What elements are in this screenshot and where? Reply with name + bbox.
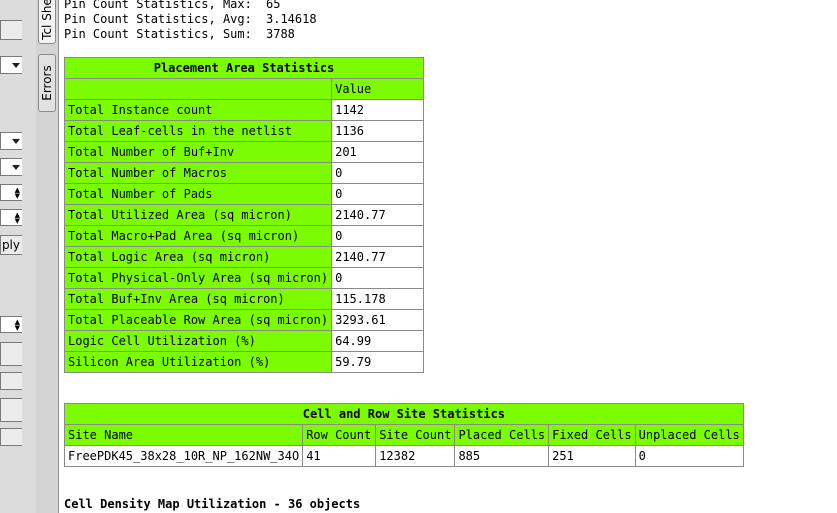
apply-button[interactable]: ply <box>0 235 22 255</box>
pin-stat-avg: Pin Count Statistics, Avg: 3.14618 <box>64 12 317 26</box>
table-header-empty <box>65 79 332 99</box>
table-row: Total Buf+Inv Area (sq micron) 115.178 <box>65 289 424 309</box>
row-value: 0 <box>332 268 424 288</box>
table-header: Site Count <box>376 425 455 445</box>
table-header: Placed Cells <box>455 425 549 445</box>
table-row: Silicon Area Utilization (%) 59.79 <box>65 352 424 372</box>
left-panel: ▲ ▼ ▲ ▼ ply ▲ ▼ <box>0 0 37 513</box>
row-label: Total Buf+Inv Area (sq micron) <box>65 289 332 309</box>
row-value: 3293.61 <box>332 310 424 330</box>
row-value: 2140.77 <box>332 205 424 225</box>
row-label: Total Number of Pads <box>65 184 332 204</box>
panel-button[interactable] <box>0 20 22 40</box>
dropdown-select[interactable] <box>0 158 22 176</box>
table-row: Total Number of Macros 0 <box>65 163 424 183</box>
cell-row-site-table: Cell and Row Site Statistics Site Name R… <box>64 403 744 467</box>
table-row: Total Physical-Only Area (sq micron) 0 <box>65 268 424 288</box>
row-label: Total Leaf-cells in the netlist <box>65 121 332 141</box>
spin-arrows-icon: ▲ ▼ <box>14 186 20 200</box>
row-value: 115.178 <box>332 289 424 309</box>
table-row: Total Number of Pads 0 <box>65 184 424 204</box>
spinbox[interactable]: ▲ ▼ <box>0 184 22 201</box>
panel-button[interactable] <box>0 398 22 422</box>
row-value: 1136 <box>332 121 424 141</box>
row-label: Total Logic Area (sq micron) <box>65 247 332 267</box>
chevron-down-icon <box>12 139 20 144</box>
cell-unplaced-cells: 0 <box>635 446 743 466</box>
table-title: Placement Area Statistics <box>65 58 424 78</box>
row-label: Total Number of Macros <box>65 163 332 183</box>
tab-errors[interactable]: Errors <box>38 54 56 112</box>
row-label: Logic Cell Utilization (%) <box>65 331 332 351</box>
row-label: Total Instance count <box>65 100 332 120</box>
spin-arrows-icon: ▲ ▼ <box>14 211 20 225</box>
chevron-down-icon <box>12 63 20 68</box>
table-row: Total Instance count 1142 <box>65 100 424 120</box>
table-header: Unplaced Cells <box>635 425 743 445</box>
row-value: 0 <box>332 163 424 183</box>
section-title: Cell Density Map Utilization - 36 object… <box>64 497 361 511</box>
table-row: Total Utilized Area (sq micron) 2140.77 <box>65 205 424 225</box>
chevron-down-icon <box>12 165 20 170</box>
row-value: 64.99 <box>332 331 424 351</box>
row-label: Total Utilized Area (sq micron) <box>65 205 332 225</box>
dropdown-select[interactable] <box>0 132 22 150</box>
row-value: 2140.77 <box>332 247 424 267</box>
pin-stat-max: Pin Count Statistics, Max: 65 <box>64 0 281 11</box>
vertical-tab-strip: Tcl She Errors <box>36 0 59 513</box>
report-content: Pin Count Statistics, Max: 65 Pin Count S… <box>64 0 837 513</box>
placement-area-table: Placement Area Statistics Value Total In… <box>64 57 425 373</box>
table-row: Total Leaf-cells in the netlist 1136 <box>65 121 424 141</box>
cell-placed-cells: 885 <box>455 446 549 466</box>
cell-row-count: 41 <box>303 446 376 466</box>
panel-button[interactable] <box>0 342 22 366</box>
table-row: Total Logic Area (sq micron) 2140.77 <box>65 247 424 267</box>
table-title: Cell and Row Site Statistics <box>65 404 743 424</box>
table-header: Row Count <box>303 425 376 445</box>
table-row: Total Macro+Pad Area (sq micron) 0 <box>65 226 424 246</box>
table-header: Fixed Cells <box>549 425 635 445</box>
panel-field[interactable] <box>0 428 22 446</box>
tab-tcl-shell[interactable]: Tcl She <box>38 0 56 44</box>
pin-stat-sum: Pin Count Statistics, Sum: 3788 <box>64 27 295 41</box>
dropdown-select[interactable] <box>0 56 22 74</box>
row-label: Total Physical-Only Area (sq micron) <box>65 268 332 288</box>
row-value: 0 <box>332 184 424 204</box>
row-label: Total Placeable Row Area (sq micron) <box>65 310 332 330</box>
table-row: Total Placeable Row Area (sq micron) 3293… <box>65 310 424 330</box>
panel-field[interactable] <box>0 372 22 390</box>
table-row: Logic Cell Utilization (%) 64.99 <box>65 331 424 351</box>
row-value: 59.79 <box>332 352 424 372</box>
row-value: 1142 <box>332 100 424 120</box>
spinbox[interactable]: ▲ ▼ <box>0 316 22 333</box>
row-label: Total Number of Buf+Inv <box>65 142 332 162</box>
table-row: FreePDK45_38x28_10R_NP_162NW_34O 41 1238… <box>65 446 743 466</box>
row-label: Total Macro+Pad Area (sq micron) <box>65 226 332 246</box>
row-value: 0 <box>332 226 424 246</box>
cell-site-name: FreePDK45_38x28_10R_NP_162NW_34O <box>65 446 303 466</box>
row-label: Silicon Area Utilization (%) <box>65 352 332 372</box>
spinbox[interactable]: ▲ ▼ <box>0 209 22 226</box>
cell-fixed-cells: 251 <box>549 446 635 466</box>
table-header: Site Name <box>65 425 303 445</box>
cell-site-count: 12382 <box>376 446 455 466</box>
row-value: 201 <box>332 142 424 162</box>
table-row: Total Number of Buf+Inv 201 <box>65 142 424 162</box>
spin-arrows-icon: ▲ ▼ <box>14 318 20 332</box>
table-header: Value <box>332 79 424 99</box>
